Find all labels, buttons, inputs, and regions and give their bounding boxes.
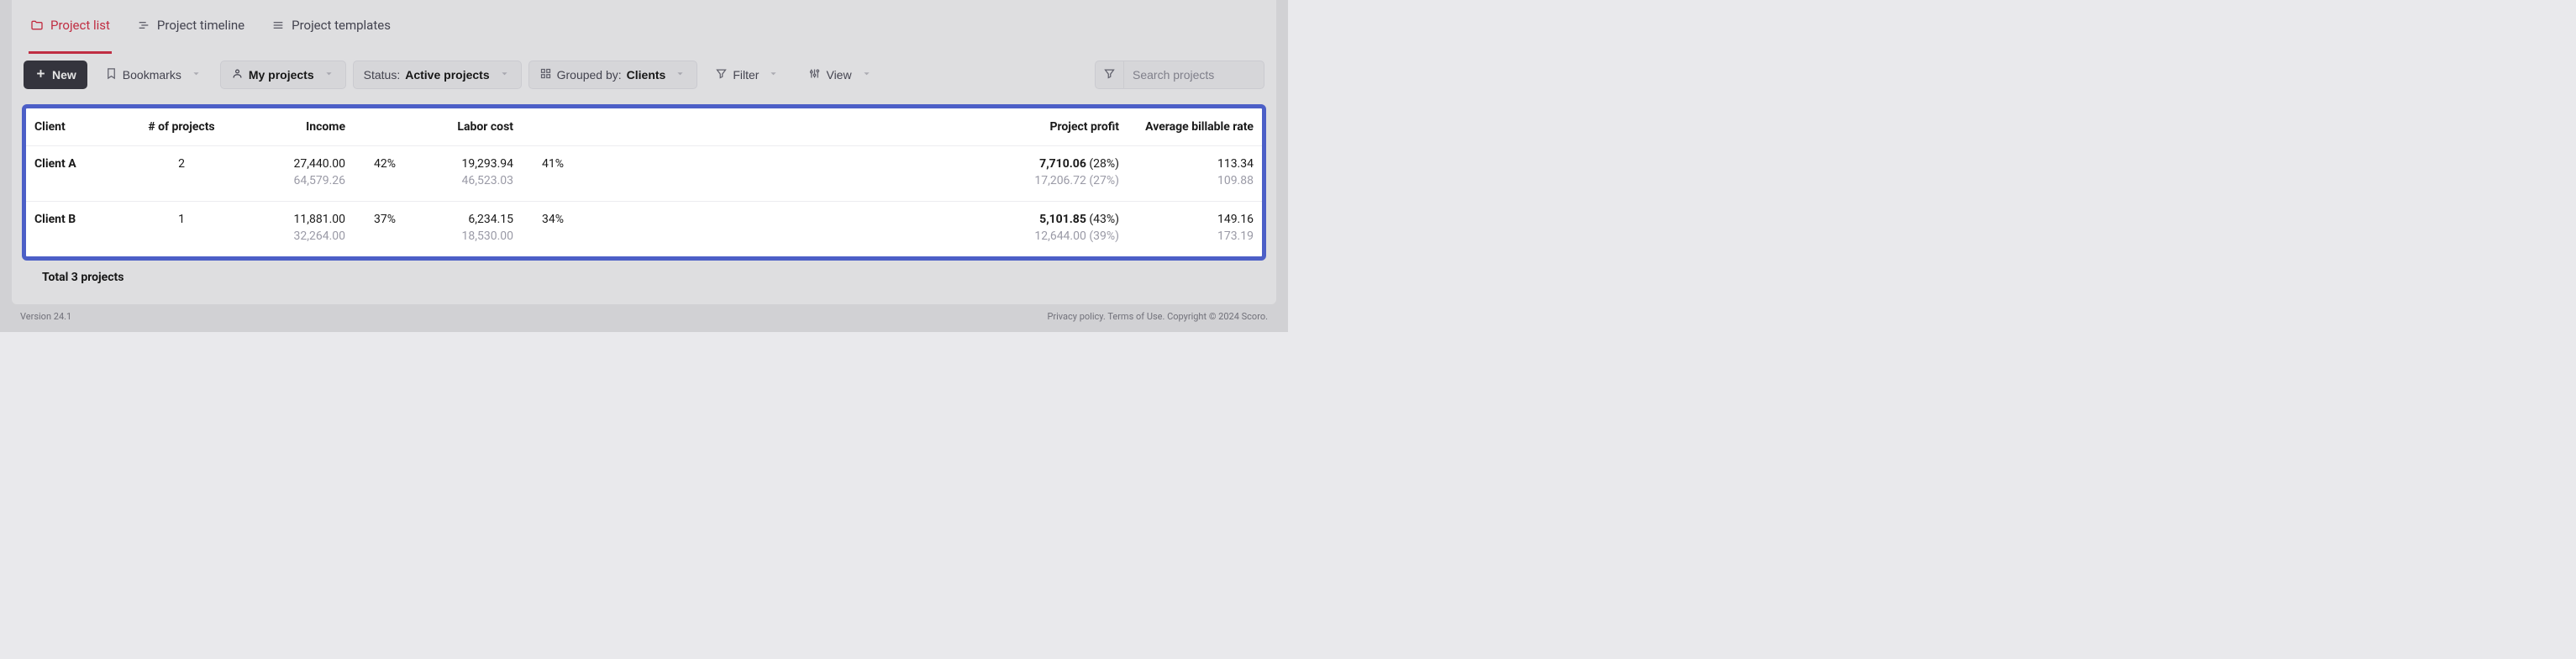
timeline-icon [137,18,150,32]
bookmarks-label: Bookmarks [123,68,181,82]
toolbar: New Bookmarks My projects Status: Active… [12,54,1276,104]
funnel-icon [715,67,728,82]
labor-main: 19,293.94 [413,156,513,173]
rate-main: 113.34 [1136,156,1254,173]
terms-link[interactable]: Terms of Use. [1107,311,1164,322]
tab-label: Project list [50,18,110,33]
filter-button[interactable]: Filter [704,61,791,89]
group-icon [539,67,552,82]
labor-pct: 34% [522,202,572,257]
income-sec: 32,264.00 [236,229,345,245]
grouped-value: Clients [627,68,666,82]
chevron-down-icon [860,67,873,82]
labor-sec: 46,523.03 [413,173,513,190]
footer: Version 24.1 Privacy policy. Terms of Us… [0,304,1288,332]
bookmarks-button[interactable]: Bookmarks [94,61,213,89]
filter-label: Filter [733,68,759,82]
col-client[interactable]: Client [26,108,135,146]
view-label: View [826,68,851,82]
tab-project-templates[interactable]: Project templates [270,0,392,54]
main-panel: Project list Project timeline Project te… [12,0,1276,304]
sliders-icon [808,67,821,82]
client-name: Client A [34,157,76,171]
num-projects: 2 [135,146,228,202]
col-project-profit[interactable]: Project profit [985,108,1128,146]
table-row[interactable]: Client B 1 11,881.00 32,264.00 37% 6,234… [26,202,1262,257]
status-value: Active projects [405,68,489,82]
chevron-down-icon [767,67,780,82]
grouped-prefix: Grouped by: [557,68,622,82]
rate-main: 149.16 [1136,212,1254,229]
totals-row: Total 3 projects [22,261,1266,304]
highlighted-table: Client # of projects Income Labor cost P… [22,104,1266,261]
profit-sec: 17,206.72 (27%) [993,173,1119,190]
rate-sec: 173.19 [1136,229,1254,245]
chevron-down-icon [674,67,686,82]
table-area: Client # of projects Income Labor cost P… [22,104,1266,304]
bookmark-icon [105,67,118,82]
num-projects: 1 [135,202,228,257]
tab-label: Project templates [292,18,391,33]
privacy-link[interactable]: Privacy policy. [1047,311,1105,322]
income-pct: 42% [354,146,404,202]
chevron-down-icon [323,67,335,82]
income-pct: 37% [354,202,404,257]
new-label: New [52,68,76,82]
chevron-down-icon [498,67,511,82]
my-projects-label: My projects [249,68,314,82]
status-filter-button[interactable]: Status: Active projects [353,61,522,89]
income-sec: 64,579.26 [236,173,345,190]
tab-project-list[interactable]: Project list [29,0,112,54]
profit-main: 7,710.06 (28%) [993,156,1119,173]
income-main: 27,440.00 [236,156,345,173]
version-label: Version 24.1 [20,311,71,322]
chevron-down-icon [190,67,202,82]
list-icon [271,18,285,32]
my-projects-button[interactable]: My projects [220,61,346,89]
profit-sec: 12,644.00 (39%) [993,229,1119,245]
person-icon [231,67,244,82]
labor-pct: 41% [522,146,572,202]
table-header-row: Client # of projects Income Labor cost P… [26,108,1262,146]
plus-icon [34,67,47,82]
grouped-by-button[interactable]: Grouped by: Clients [528,61,698,89]
search-container [1095,61,1264,89]
copyright-text: Copyright © 2024 Scoro. [1167,311,1268,322]
search-input[interactable] [1124,61,1259,88]
labor-sec: 18,530.00 [413,229,513,245]
labor-main: 6,234.15 [413,212,513,229]
tab-label: Project timeline [157,18,244,33]
new-button[interactable]: New [24,61,87,89]
col-num-projects[interactable]: # of projects [135,108,228,146]
table-row[interactable]: Client A 2 27,440.00 64,579.26 42% 19,29… [26,146,1262,202]
view-button[interactable]: View [797,61,883,89]
tab-project-timeline[interactable]: Project timeline [135,0,246,54]
income-main: 11,881.00 [236,212,345,229]
col-income[interactable]: Income [228,108,354,146]
col-avg-rate[interactable]: Average billable rate [1128,108,1262,146]
client-name: Client B [34,213,76,226]
search-filter-icon-button[interactable] [1096,61,1124,89]
projects-table: Client # of projects Income Labor cost P… [26,108,1262,256]
folder-icon [30,18,44,32]
status-prefix: Status: [364,68,401,82]
funnel-icon [1103,67,1116,83]
rate-sec: 109.88 [1136,173,1254,190]
footer-links: Privacy policy. Terms of Use. Copyright … [1047,311,1268,322]
profit-main: 5,101.85 (43%) [993,212,1119,229]
col-labor-cost[interactable]: Labor cost [404,108,522,146]
tab-bar: Project list Project timeline Project te… [12,0,1276,54]
